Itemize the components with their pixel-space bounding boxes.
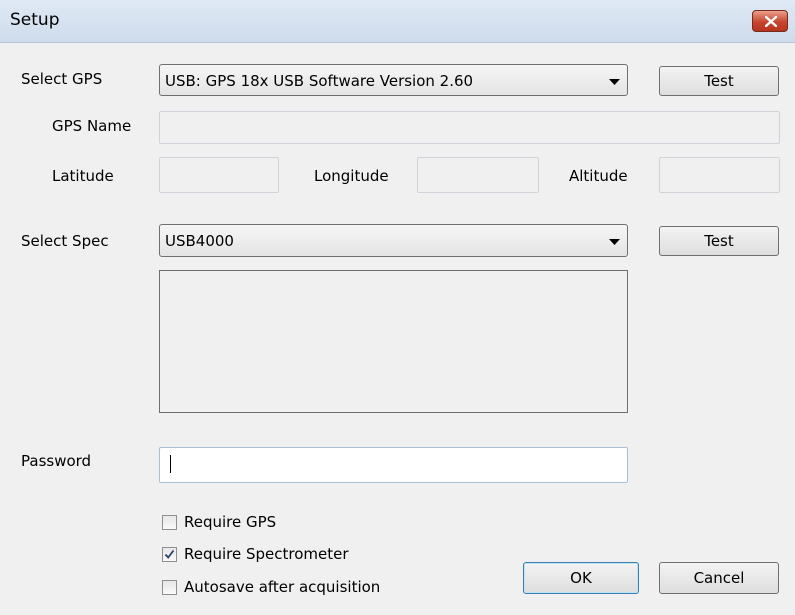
spec-select[interactable]: USB4000 bbox=[159, 224, 628, 257]
window-title: Setup bbox=[10, 10, 60, 30]
password-input[interactable] bbox=[159, 447, 628, 483]
checkmark-icon bbox=[164, 549, 175, 559]
require-gps-label[interactable]: Require GPS bbox=[184, 513, 276, 531]
password-label: Password bbox=[21, 452, 92, 470]
ok-button[interactable]: OK bbox=[523, 562, 639, 594]
chevron-down-icon bbox=[609, 239, 620, 245]
chevron-down-icon bbox=[609, 79, 620, 85]
close-button[interactable] bbox=[752, 10, 788, 32]
text-caret bbox=[170, 455, 171, 473]
close-icon bbox=[765, 16, 777, 27]
autosave-label[interactable]: Autosave after acquisition bbox=[184, 578, 380, 596]
latitude-field[interactable] bbox=[159, 157, 279, 193]
latitude-label: Latitude bbox=[52, 167, 114, 185]
autosave-checkbox[interactable] bbox=[162, 580, 177, 595]
spec-info-list[interactable] bbox=[159, 270, 628, 413]
gps-select-value: USB: GPS 18x USB Software Version 2.60 bbox=[165, 72, 474, 90]
title-bar: Setup bbox=[0, 0, 795, 43]
spec-test-button[interactable]: Test bbox=[659, 226, 779, 256]
longitude-label: Longitude bbox=[314, 167, 389, 185]
altitude-field[interactable] bbox=[659, 157, 780, 193]
require-gps-checkbox[interactable] bbox=[162, 515, 177, 530]
require-spectrometer-checkbox[interactable] bbox=[162, 547, 177, 562]
altitude-label: Altitude bbox=[569, 167, 628, 185]
cancel-button[interactable]: Cancel bbox=[659, 562, 779, 594]
longitude-field[interactable] bbox=[417, 157, 539, 193]
gps-name-field[interactable] bbox=[159, 111, 780, 144]
gps-select[interactable]: USB: GPS 18x USB Software Version 2.60 bbox=[159, 64, 628, 96]
gps-name-label: GPS Name bbox=[52, 117, 132, 135]
gps-test-button[interactable]: Test bbox=[659, 66, 779, 96]
select-spec-label: Select Spec bbox=[21, 232, 109, 250]
spec-select-value: USB4000 bbox=[165, 232, 234, 250]
require-spectrometer-label[interactable]: Require Spectrometer bbox=[184, 545, 349, 563]
select-gps-label: Select GPS bbox=[21, 70, 103, 88]
